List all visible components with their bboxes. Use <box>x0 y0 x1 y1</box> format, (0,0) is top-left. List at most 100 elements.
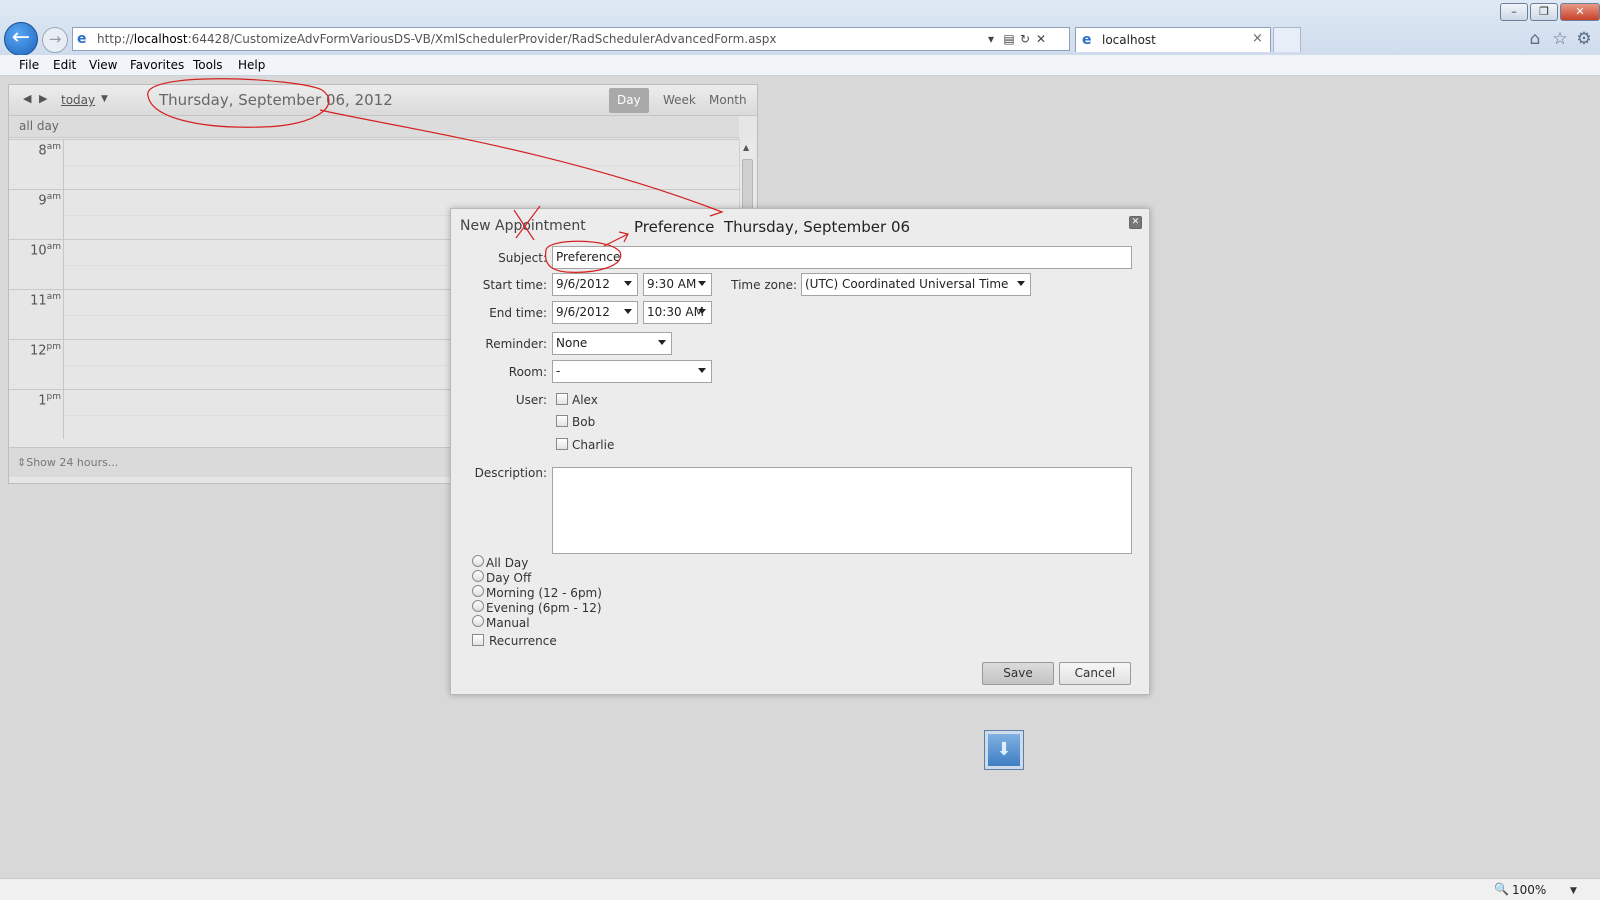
browser-toolbar: ← → e http://localhost:64428/CustomizeAd… <box>0 0 1600 56</box>
start-time-label: Start time: <box>482 278 547 292</box>
stop-icon[interactable]: ✕ <box>1033 30 1049 48</box>
description-textarea[interactable] <box>552 467 1132 554</box>
radio-label: Evening (6pm - 12) <box>486 601 602 615</box>
scheduler-header: ◀ ▶ today ▼ Thursday, September 06, 2012… <box>9 85 757 116</box>
chevron-down-icon[interactable] <box>698 368 706 373</box>
all-day-row[interactable]: all day <box>9 116 739 138</box>
all-day-label: all day <box>19 119 59 133</box>
menu-view[interactable]: View <box>89 58 117 72</box>
tab-month-view[interactable]: Month <box>701 88 755 113</box>
dialog-close-icon[interactable]: ✕ <box>1129 216 1142 229</box>
zoom-dropdown-icon[interactable]: ▼ <box>1570 886 1577 896</box>
browser-tab[interactable]: e localhost × <box>1075 27 1271 52</box>
zoom-icon[interactable]: 🔍 <box>1494 882 1509 896</box>
menu-help[interactable]: Help <box>238 58 265 72</box>
end-time-picker[interactable]: 10:30 AM <box>643 301 712 324</box>
start-time-value: 9:30 AM <box>647 277 697 291</box>
radio-morning[interactable] <box>472 585 484 597</box>
ie-logo-icon: e <box>1082 32 1092 48</box>
tab-title: localhost <box>1102 33 1156 47</box>
zoom-level[interactable]: 100% <box>1512 883 1546 897</box>
minimize-icon[interactable]: – <box>1500 3 1528 21</box>
user-label: User: <box>515 393 547 407</box>
tab-close-icon[interactable]: × <box>1252 31 1263 46</box>
new-tab-button[interactable] <box>1273 27 1301 52</box>
reminder-select[interactable]: None <box>552 332 672 355</box>
url-prefix: http:// <box>97 32 134 46</box>
menu-tools[interactable]: Tools <box>193 58 223 72</box>
previous-day-icon[interactable]: ◀ <box>23 92 31 105</box>
room-value: - <box>556 364 561 378</box>
radio-evening[interactable] <box>472 600 484 612</box>
radio-day-off[interactable] <box>472 570 484 582</box>
subject-input[interactable]: Preference <box>552 246 1132 269</box>
show-24-hours-link[interactable]: ⇕Show 24 hours... <box>17 456 118 469</box>
dialog-subject-heading: Preference <box>634 218 715 236</box>
user-checkbox-bob[interactable] <box>556 415 568 427</box>
radio-label: Morning (12 - 6pm) <box>486 586 602 600</box>
back-arrow-icon[interactable]: ← <box>4 22 38 56</box>
address-bar[interactable]: e http://localhost:64428/CustomizeAdvFor… <box>72 27 1070 51</box>
dialog-title: New Appointment <box>460 218 586 234</box>
description-label: Description: <box>474 466 547 480</box>
radio-label: All Day <box>486 556 529 570</box>
calendar-dropdown-icon[interactable] <box>624 309 632 314</box>
restore-icon[interactable]: ❐ <box>1530 3 1558 21</box>
dialog-date-heading: Thursday, September 06 <box>724 218 911 236</box>
room-label: Room: <box>508 365 547 379</box>
hour-label: 1pm <box>38 392 61 409</box>
favorites-star-icon[interactable]: ☆ <box>1550 29 1570 49</box>
time-slot-row[interactable]: 8am <box>9 139 739 189</box>
room-select[interactable]: - <box>552 360 712 383</box>
hour-label: 12pm <box>29 342 61 359</box>
chevron-down-icon[interactable] <box>658 340 666 345</box>
scroll-up-icon[interactable]: ▲ <box>743 143 749 152</box>
hour-label: 9am <box>38 192 61 209</box>
menu-bar: File Edit View Favorites Tools Help <box>0 55 1600 76</box>
close-window-icon[interactable]: ✕ <box>1560 3 1600 21</box>
save-button[interactable]: Save <box>982 662 1054 685</box>
start-date-picker[interactable]: 9/6/2012 <box>552 273 638 296</box>
recurrence-label: Recurrence <box>489 634 557 648</box>
cancel-button[interactable]: Cancel <box>1059 662 1131 685</box>
hour-label: 10am <box>30 242 61 259</box>
refresh-icon[interactable]: ↻ <box>1017 30 1033 48</box>
home-icon[interactable]: ⌂ <box>1525 29 1545 49</box>
radio-all-day[interactable] <box>472 555 484 567</box>
url-text[interactable]: http://localhost:64428/CustomizeAdvFormV… <box>97 32 776 46</box>
menu-favorites[interactable]: Favorites <box>130 58 184 72</box>
settings-gear-icon[interactable]: ⚙ <box>1574 29 1594 49</box>
date-picker-dropdown-icon[interactable]: ▼ <box>101 94 108 104</box>
status-bar: 🔍 100% ▼ <box>0 878 1600 900</box>
compatibility-view-icon[interactable]: ▤ <box>1001 30 1017 48</box>
menu-file[interactable]: File <box>19 58 39 72</box>
time-dropdown-icon[interactable] <box>698 309 706 314</box>
url-host: localhost <box>133 32 188 46</box>
next-day-icon[interactable]: ▶ <box>39 92 47 105</box>
end-date-picker[interactable]: 9/6/2012 <box>552 301 638 324</box>
user-name: Charlie <box>572 438 615 452</box>
radio-manual[interactable] <box>472 615 484 627</box>
address-dropdown-icon[interactable]: ▾ <box>983 30 999 48</box>
menu-edit[interactable]: Edit <box>53 58 76 72</box>
time-zone-select[interactable]: (UTC) Coordinated Universal Time <box>801 273 1031 296</box>
recurrence-checkbox[interactable] <box>472 634 484 646</box>
today-link[interactable]: today <box>61 93 95 107</box>
radio-label: Manual <box>486 616 530 630</box>
user-checkbox-alex[interactable] <box>556 393 568 405</box>
forward-arrow-icon[interactable]: → <box>42 27 68 53</box>
hour-label: 8am <box>38 142 61 159</box>
down-arrow-icon: ⬇ <box>988 734 1020 766</box>
calendar-dropdown-icon[interactable] <box>624 281 632 286</box>
tab-day-view[interactable]: Day <box>609 88 649 113</box>
radio-label: Day Off <box>486 571 532 585</box>
hour-label: 11am <box>30 292 61 309</box>
reminder-label: Reminder: <box>485 337 547 351</box>
scroll-down-button[interactable]: ⬇ <box>984 730 1024 770</box>
chevron-down-icon[interactable] <box>1017 281 1025 286</box>
user-name: Bob <box>572 415 596 429</box>
show-24-hours-label: Show 24 hours... <box>26 456 119 469</box>
tab-week-view[interactable]: Week <box>655 88 704 113</box>
user-checkbox-charlie[interactable] <box>556 438 568 450</box>
time-zone-label: Time zone: <box>731 278 797 292</box>
